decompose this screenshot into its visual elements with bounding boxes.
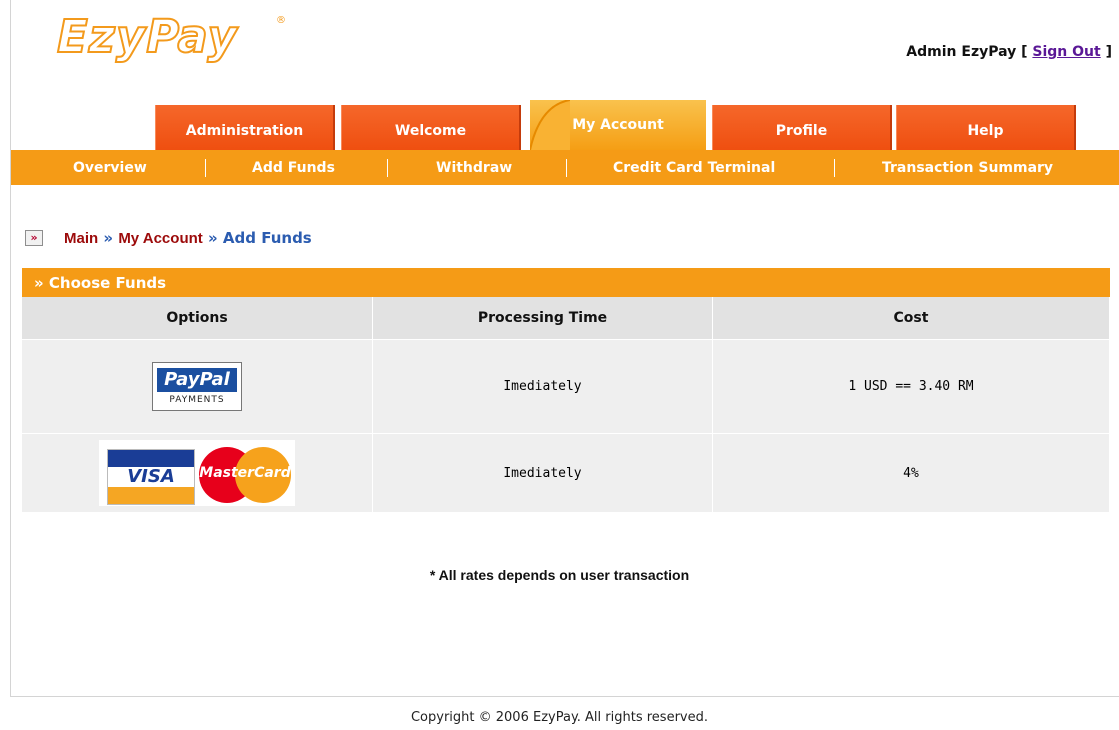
subnav-withdraw[interactable]: Withdraw xyxy=(436,160,512,176)
cost-cell: 4% xyxy=(712,433,1110,512)
sign-out-link[interactable]: Sign Out xyxy=(1032,44,1100,60)
subnav-divider xyxy=(387,159,388,177)
visa-band-top xyxy=(108,450,194,467)
column-header: Cost xyxy=(712,297,1110,340)
credit-cards-logo[interactable]: VISA MasterCard xyxy=(99,440,295,506)
tab-label: Welcome xyxy=(394,122,467,139)
tab-label: Administration xyxy=(185,122,304,139)
column-header: Options xyxy=(22,297,373,340)
ezypay-logo[interactable]: EzyPay xyxy=(56,13,238,60)
subnav-divider xyxy=(566,159,567,177)
paypal-subtext: PAYMENTS xyxy=(169,395,225,405)
column-header: Processing Time xyxy=(372,297,713,340)
subnav-divider xyxy=(834,159,835,177)
cost-cell: 1 USD == 3.40 RM xyxy=(712,339,1110,434)
breadcrumb-my-account[interactable]: My Account xyxy=(118,230,202,247)
breadcrumb-arrow-icon: » xyxy=(25,230,43,246)
paypal-wordmark: PayPal xyxy=(157,368,237,392)
breadcrumb-main[interactable]: Main xyxy=(64,230,98,247)
user-bar: Admin EzyPay [ Sign Out ] xyxy=(906,44,1112,60)
breadcrumb-separator: » xyxy=(202,229,223,247)
visa-logo: VISA xyxy=(107,449,195,505)
breadcrumb-separator: » xyxy=(98,229,119,247)
tab-administration[interactable]: Administration xyxy=(155,105,335,150)
tab-profile[interactable]: Profile xyxy=(712,105,892,150)
tab-welcome[interactable]: Welcome xyxy=(341,105,521,150)
choose-funds-panel: » Choose Funds Options Processing Time C… xyxy=(22,268,1110,512)
tab-my-account[interactable]: My Account xyxy=(530,100,706,150)
tab-label: Help xyxy=(967,122,1004,139)
paypal-logo[interactable]: PayPal PAYMENTS xyxy=(152,362,242,411)
funds-table: Options Processing Time Cost PayPal PAYM… xyxy=(22,297,1110,512)
sub-navigation: Overview Add Funds Withdraw Credit Card … xyxy=(11,150,1119,185)
user-bracket-close: ] xyxy=(1100,44,1112,60)
breadcrumb: Main » My Account » Add Funds xyxy=(64,229,312,247)
mastercard-logo: MasterCard xyxy=(197,445,293,505)
breadcrumb-current: Add Funds xyxy=(222,229,312,247)
tab-label: Profile xyxy=(775,122,828,139)
option-cell: PayPal PAYMENTS xyxy=(22,339,373,434)
tab-label: My Account xyxy=(572,117,664,133)
subnav-add-funds[interactable]: Add Funds xyxy=(252,160,335,176)
visa-wordmark: VISA xyxy=(127,466,175,487)
subnav-divider xyxy=(205,159,206,177)
table-row: VISA MasterCard Imediately 4% xyxy=(22,433,1110,512)
tab-help[interactable]: Help xyxy=(896,105,1076,150)
processing-time-cell: Imediately xyxy=(372,433,713,512)
panel-title: » Choose Funds xyxy=(22,268,1110,297)
processing-time-cell: Imediately xyxy=(372,339,713,434)
subnav-credit-card-terminal[interactable]: Credit Card Terminal xyxy=(613,160,775,176)
registered-mark: ® xyxy=(276,15,286,26)
option-cell: VISA MasterCard xyxy=(22,433,373,512)
visa-band-bottom xyxy=(108,487,194,504)
copyright-footer: Copyright © 2006 EzyPay. All rights rese… xyxy=(410,710,708,725)
subnav-overview[interactable]: Overview xyxy=(73,160,147,176)
subnav-transaction-summary[interactable]: Transaction Summary xyxy=(882,160,1053,176)
mastercard-wordmark: MasterCard xyxy=(199,465,291,481)
tab-curve-icon xyxy=(530,100,570,150)
main-tabs: Administration Welcome My Account Profil… xyxy=(155,100,1081,150)
table-row: PayPal PAYMENTS Imediately 1 USD == 3.40… xyxy=(22,339,1110,434)
user-name: Admin EzyPay [ xyxy=(906,44,1033,60)
rates-note: * All rates depends on user transaction xyxy=(429,567,690,583)
table-header-row: Options Processing Time Cost xyxy=(22,297,1110,340)
